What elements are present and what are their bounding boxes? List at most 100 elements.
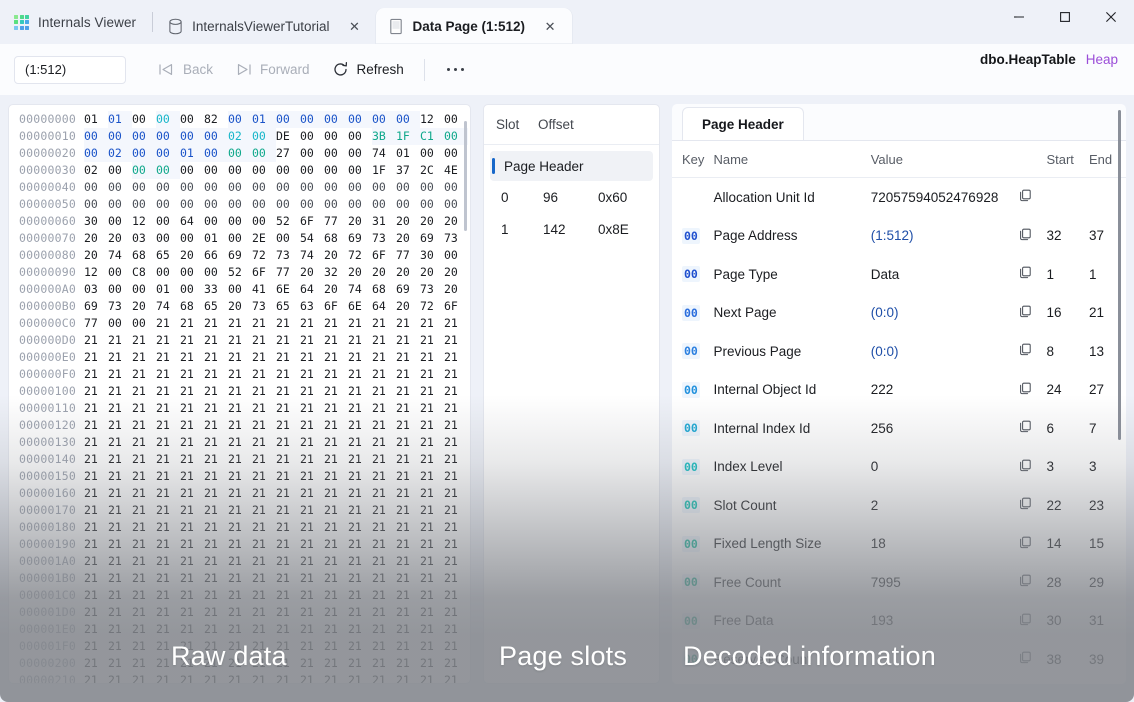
- hex-byte[interactable]: 21: [324, 451, 348, 468]
- hex-byte[interactable]: 52: [228, 264, 252, 281]
- hex-byte[interactable]: 69: [396, 281, 420, 298]
- hex-byte[interactable]: 20: [300, 264, 324, 281]
- hex-byte[interactable]: 21: [252, 468, 276, 485]
- hex-byte[interactable]: 21: [132, 468, 156, 485]
- hex-byte[interactable]: 21: [420, 468, 444, 485]
- hex-byte[interactable]: 21: [132, 519, 156, 536]
- hex-byte[interactable]: 21: [420, 451, 444, 468]
- hex-byte[interactable]: 54: [300, 230, 324, 247]
- hex-byte[interactable]: 00: [252, 145, 276, 162]
- hex-byte[interactable]: 21: [420, 553, 444, 570]
- hex-byte[interactable]: 21: [396, 366, 420, 383]
- hex-byte[interactable]: 21: [372, 315, 396, 332]
- hex-byte[interactable]: 21: [300, 485, 324, 502]
- hex-byte[interactable]: 00: [252, 162, 276, 179]
- hex-byte[interactable]: 21: [396, 638, 420, 655]
- hex-byte[interactable]: 00: [276, 179, 300, 196]
- hex-byte[interactable]: 21: [324, 553, 348, 570]
- hex-byte[interactable]: 2C: [420, 162, 444, 179]
- hex-byte[interactable]: 00: [132, 145, 156, 162]
- hex-byte[interactable]: 21: [372, 553, 396, 570]
- page-address-input[interactable]: (1:512): [14, 55, 126, 84]
- hex-byte[interactable]: 21: [132, 502, 156, 519]
- hex-byte[interactable]: 20: [372, 264, 396, 281]
- hex-byte[interactable]: 21: [276, 400, 300, 417]
- hex-byte[interactable]: 21: [228, 400, 252, 417]
- hex-byte[interactable]: 6F: [444, 298, 468, 315]
- decoded-row[interactable]: 00 Previous Page (0:0) 8 13: [672, 332, 1126, 371]
- hex-byte[interactable]: 21: [228, 553, 252, 570]
- hex-byte[interactable]: 21: [252, 638, 276, 655]
- hex-byte[interactable]: 00: [300, 196, 324, 213]
- hex-byte[interactable]: 21: [420, 315, 444, 332]
- hex-byte[interactable]: 68: [132, 247, 156, 264]
- hex-byte[interactable]: 21: [228, 621, 252, 638]
- hex-byte[interactable]: 21: [444, 349, 468, 366]
- hex-byte[interactable]: 21: [444, 672, 468, 683]
- copy-value-button[interactable]: [1019, 420, 1047, 436]
- hex-byte[interactable]: 21: [372, 621, 396, 638]
- hex-byte[interactable]: 77: [276, 264, 300, 281]
- hex-byte[interactable]: 27: [276, 145, 300, 162]
- hex-byte[interactable]: 21: [84, 400, 108, 417]
- hex-byte[interactable]: 21: [108, 383, 132, 400]
- hex-byte[interactable]: 00: [108, 162, 132, 179]
- hex-byte[interactable]: 00: [228, 196, 252, 213]
- hex-byte[interactable]: 21: [300, 434, 324, 451]
- hex-byte[interactable]: 21: [396, 468, 420, 485]
- hex-byte[interactable]: 00: [348, 111, 372, 128]
- copy-value-button[interactable]: [1019, 459, 1047, 475]
- decoded-field-value[interactable]: (0:0): [871, 344, 1019, 359]
- hex-byte[interactable]: 21: [84, 451, 108, 468]
- hex-byte[interactable]: 20: [396, 298, 420, 315]
- hex-byte[interactable]: 21: [300, 587, 324, 604]
- hex-byte[interactable]: 21: [372, 638, 396, 655]
- hex-byte[interactable]: 21: [372, 604, 396, 621]
- hex-byte[interactable]: 21: [132, 621, 156, 638]
- hex-byte[interactable]: 20: [84, 247, 108, 264]
- close-button[interactable]: [1088, 0, 1134, 34]
- hex-byte[interactable]: 00: [252, 213, 276, 230]
- hex-byte[interactable]: 00: [180, 281, 204, 298]
- hex-byte[interactable]: 21: [372, 536, 396, 553]
- hex-byte[interactable]: 21: [300, 655, 324, 672]
- hex-byte[interactable]: 21: [84, 536, 108, 553]
- hex-byte[interactable]: 21: [204, 672, 228, 683]
- hex-byte[interactable]: 00: [324, 111, 348, 128]
- hex-byte[interactable]: 21: [396, 587, 420, 604]
- hex-byte[interactable]: 21: [444, 638, 468, 655]
- hex-byte[interactable]: 21: [276, 485, 300, 502]
- hex-byte[interactable]: 32: [324, 264, 348, 281]
- copy-value-button[interactable]: [1019, 228, 1047, 244]
- more-options-button[interactable]: [435, 54, 477, 86]
- hex-byte[interactable]: 20: [396, 264, 420, 281]
- hex-byte[interactable]: 21: [108, 502, 132, 519]
- hex-byte[interactable]: 66: [204, 247, 228, 264]
- hex-byte[interactable]: 00: [108, 128, 132, 145]
- hex-byte[interactable]: 6F: [300, 213, 324, 230]
- hex-byte[interactable]: 21: [396, 655, 420, 672]
- hex-byte[interactable]: 00: [132, 162, 156, 179]
- hex-byte[interactable]: 21: [228, 519, 252, 536]
- hex-byte[interactable]: 00: [108, 264, 132, 281]
- hex-byte[interactable]: 21: [180, 638, 204, 655]
- hex-byte[interactable]: 21: [372, 587, 396, 604]
- hex-byte[interactable]: 21: [348, 315, 372, 332]
- hex-byte[interactable]: 21: [156, 502, 180, 519]
- hex-byte[interactable]: 73: [420, 281, 444, 298]
- hex-byte[interactable]: 21: [324, 485, 348, 502]
- hex-byte[interactable]: 21: [444, 315, 468, 332]
- hex-byte[interactable]: 21: [108, 485, 132, 502]
- hex-byte[interactable]: 02: [108, 145, 132, 162]
- hex-byte[interactable]: 21: [252, 383, 276, 400]
- hex-byte[interactable]: 21: [324, 621, 348, 638]
- hex-byte[interactable]: 21: [180, 485, 204, 502]
- hex-byte[interactable]: 73: [372, 230, 396, 247]
- hex-byte[interactable]: 20: [180, 247, 204, 264]
- hex-byte[interactable]: 21: [372, 417, 396, 434]
- hex-byte[interactable]: 21: [108, 332, 132, 349]
- hex-byte[interactable]: 21: [84, 672, 108, 683]
- hex-byte[interactable]: 21: [204, 519, 228, 536]
- tab-close-icon[interactable]: ✕: [342, 14, 366, 38]
- hex-byte[interactable]: 12: [132, 213, 156, 230]
